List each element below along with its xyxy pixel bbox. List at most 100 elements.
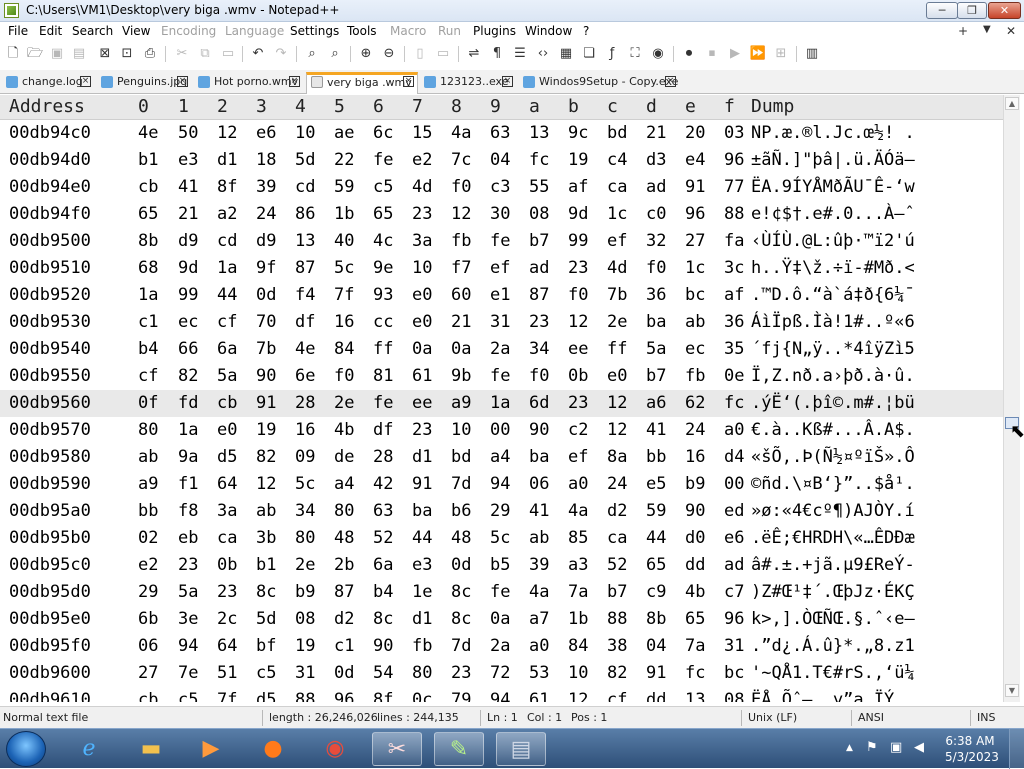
hex-byte[interactable]: 06 xyxy=(138,636,158,656)
hex-byte[interactable]: 4a xyxy=(451,123,471,143)
row-dump[interactable]: h..Ÿ‡\ž.÷ï-#Mð.< xyxy=(751,258,915,278)
hex-byte[interactable]: 9d xyxy=(568,204,588,224)
hex-byte[interactable]: a9 xyxy=(138,474,158,494)
hex-byte[interactable]: df xyxy=(295,312,315,332)
hex-byte[interactable]: 9a xyxy=(178,447,198,467)
hex-byte[interactable]: f7 xyxy=(451,258,471,278)
hex-byte[interactable]: 59 xyxy=(646,501,666,521)
hex-byte[interactable]: 30 xyxy=(490,204,510,224)
hex-byte[interactable]: 08 xyxy=(724,690,744,702)
sync-vertical-icon[interactable]: ▯ xyxy=(411,45,429,63)
hex-byte[interactable]: b9 xyxy=(295,582,315,602)
hex-byte[interactable]: 8b xyxy=(646,609,666,629)
print-icon[interactable]: ⎙ xyxy=(141,45,159,63)
hex-byte[interactable]: fb xyxy=(412,636,432,656)
hex-byte[interactable]: dd xyxy=(646,690,666,702)
hex-byte[interactable]: 36 xyxy=(646,285,666,305)
zoom-out-icon[interactable]: ⊖ xyxy=(380,45,398,63)
hex-byte[interactable]: 16 xyxy=(295,420,315,440)
new-tab-plus-icon[interactable]: + xyxy=(958,24,968,38)
hex-byte[interactable]: 8b xyxy=(138,231,158,251)
hex-byte[interactable]: 23 xyxy=(412,420,432,440)
open-file-icon[interactable]: 🗁 xyxy=(26,45,44,63)
firefox-icon[interactable]: ● xyxy=(248,732,298,766)
hex-byte[interactable]: 50 xyxy=(178,123,198,143)
hex-byte[interactable]: 34 xyxy=(295,501,315,521)
hex-byte[interactable]: c1 xyxy=(334,636,354,656)
hex-byte[interactable]: 2e xyxy=(295,555,315,575)
menu-plugins[interactable]: Plugins xyxy=(473,24,516,38)
hex-byte[interactable]: 4b xyxy=(685,582,705,602)
hex-byte[interactable]: 90 xyxy=(529,420,549,440)
hex-byte[interactable]: 28 xyxy=(295,393,315,413)
hex-byte[interactable]: 8a xyxy=(607,447,627,467)
hex-byte[interactable]: bc xyxy=(724,663,744,683)
hex-byte[interactable]: b9 xyxy=(685,474,705,494)
hex-row[interactable]: 00db94f0 65 21 a2 24 86 1b 65 23 12 30 08 9d 1c c0 96 88… xyxy=(0,201,1003,228)
hex-byte[interactable]: fe xyxy=(373,393,393,413)
hex-byte[interactable]: 5c xyxy=(295,474,315,494)
hex-byte[interactable]: cb xyxy=(138,690,158,702)
hex-byte[interactable]: 8f xyxy=(217,177,237,197)
hex-editor-icon[interactable]: ▥ xyxy=(803,45,821,63)
hex-byte[interactable]: fd xyxy=(178,393,198,413)
hex-byte[interactable]: 31 xyxy=(490,312,510,332)
hex-byte[interactable]: 10 xyxy=(412,258,432,278)
hex-byte[interactable]: 35 xyxy=(724,339,744,359)
hex-byte[interactable]: 48 xyxy=(334,528,354,548)
hex-byte[interactable]: 04 xyxy=(646,636,666,656)
hex-byte[interactable]: 44 xyxy=(412,528,432,548)
hex-byte[interactable]: 04 xyxy=(490,150,510,170)
scroll-up-arrow-icon[interactable]: ▲ xyxy=(1005,97,1019,110)
hex-byte[interactable]: 21 xyxy=(178,204,198,224)
menu-run[interactable]: Run xyxy=(438,24,461,38)
close-all-icon[interactable]: ⊡ xyxy=(118,45,136,63)
tab-list-dropdown-icon[interactable]: ▼ xyxy=(983,24,991,35)
hex-byte[interactable]: 1e xyxy=(412,582,432,602)
hex-byte[interactable]: ca xyxy=(607,528,627,548)
hex-byte[interactable]: dd xyxy=(685,555,705,575)
hex-byte[interactable]: 44 xyxy=(646,528,666,548)
show-hidden-icons-icon[interactable]: ▲ xyxy=(846,743,853,753)
hex-byte[interactable]: 0b xyxy=(568,366,588,386)
hex-byte[interactable]: 23 xyxy=(529,312,549,332)
hex-byte[interactable]: 87 xyxy=(295,258,315,278)
hex-byte[interactable]: 06 xyxy=(529,474,549,494)
hex-byte[interactable]: 93 xyxy=(373,285,393,305)
close-file-icon[interactable]: ⊠ xyxy=(96,45,114,63)
hex-byte[interactable]: 86 xyxy=(295,204,315,224)
hex-byte[interactable]: 51 xyxy=(217,663,237,683)
hex-byte[interactable]: d4 xyxy=(724,447,744,467)
row-dump[interactable]: '~QÅ1.T€#rS.‚‘ü¼ xyxy=(751,663,915,683)
hex-byte[interactable]: 03 xyxy=(724,123,744,143)
hex-byte[interactable]: 94 xyxy=(490,474,510,494)
hex-byte[interactable]: 5d xyxy=(256,609,276,629)
hex-byte[interactable]: 42 xyxy=(373,474,393,494)
hex-byte[interactable]: 16 xyxy=(334,312,354,332)
hex-byte[interactable]: 64 xyxy=(217,474,237,494)
close-document-icon[interactable]: ✕ xyxy=(1006,24,1016,38)
hex-byte[interactable]: 23 xyxy=(412,204,432,224)
hex-byte[interactable]: 61 xyxy=(529,690,549,702)
hex-byte[interactable]: 1c xyxy=(607,204,627,224)
hex-byte[interactable]: d3 xyxy=(646,150,666,170)
hex-byte[interactable]: cb xyxy=(138,177,158,197)
hex-byte[interactable]: eb xyxy=(178,528,198,548)
hex-byte[interactable]: 59 xyxy=(334,177,354,197)
hex-byte[interactable]: b6 xyxy=(451,501,471,521)
hex-byte[interactable]: ad xyxy=(646,177,666,197)
hex-byte[interactable]: 3a xyxy=(217,501,237,521)
hex-byte[interactable]: ca xyxy=(607,177,627,197)
hex-byte[interactable]: 88 xyxy=(295,690,315,702)
hex-byte[interactable]: 08 xyxy=(529,204,549,224)
scroll-down-arrow-icon[interactable]: ▼ xyxy=(1005,684,1019,697)
row-dump[interactable]: ÁìÏpß.Ìà!1#..º«6 xyxy=(751,312,915,332)
hex-byte[interactable]: 0d xyxy=(256,285,276,305)
hex-byte[interactable]: 12 xyxy=(568,690,588,702)
menu-language[interactable]: Language xyxy=(225,24,284,38)
notepadpp-app-icon[interactable] xyxy=(4,3,19,18)
hex-byte[interactable]: 00 xyxy=(490,420,510,440)
hex-byte[interactable]: 7a xyxy=(568,582,588,602)
row-dump[interactable]: .™D.ô.“à`á‡ð{6¼¯ xyxy=(751,285,915,305)
hex-byte[interactable]: b7 xyxy=(529,231,549,251)
